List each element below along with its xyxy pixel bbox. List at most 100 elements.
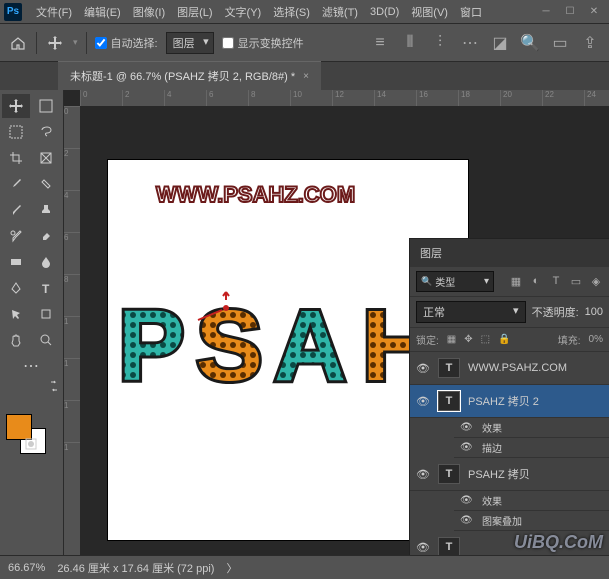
auto-select-label: 自动选择: xyxy=(111,35,158,51)
ruler-vertical: 024681111 xyxy=(64,106,80,555)
menu-image[interactable]: 图像(I) xyxy=(127,2,171,22)
share-icon[interactable]: ⇪ xyxy=(579,32,601,54)
layer-name: PSAHZ 拷贝 xyxy=(468,466,530,482)
visibility-icon[interactable]: 👁 xyxy=(416,468,430,481)
watermark: UiBQ.CoM xyxy=(514,532,603,553)
document-tab-title: 未标题-1 @ 66.7% (PSAHZ 拷贝 2, RGB/8#) * xyxy=(70,68,295,84)
align-icon-3[interactable]: ⫶ xyxy=(429,32,451,54)
filter-shape-icon[interactable]: ▭ xyxy=(569,275,583,288)
visibility-icon[interactable]: 👁 xyxy=(460,495,474,506)
quickmask-tool[interactable] xyxy=(2,432,60,456)
3d-icon[interactable]: ◪ xyxy=(489,32,511,54)
ruler-horizontal: 02468101214161820222426 xyxy=(80,90,609,106)
gradient-tool[interactable] xyxy=(2,250,30,274)
menu-edit[interactable]: 编辑(E) xyxy=(78,2,127,22)
layer-filter-select[interactable]: 类型▾ xyxy=(416,271,494,292)
pen-tool[interactable] xyxy=(2,276,30,300)
layers-panel-title: 图层 xyxy=(410,239,609,267)
visibility-icon[interactable]: 👁 xyxy=(460,442,474,453)
layer-thumb-text: T xyxy=(438,537,460,555)
layer-fx-item[interactable]: 👁图案叠加 xyxy=(454,511,609,531)
eraser-tool[interactable] xyxy=(32,224,60,248)
layer-name: WWW.PSAHZ.COM xyxy=(468,362,567,374)
swap-colors-icon[interactable] xyxy=(2,380,60,392)
close-window-button[interactable]: ✕ xyxy=(583,4,605,20)
menu-select[interactable]: 选择(S) xyxy=(267,2,316,22)
auto-select-checkbox[interactable]: 自动选择: xyxy=(95,35,158,51)
filter-pixel-icon[interactable]: ▦ xyxy=(509,275,523,288)
frame-tool[interactable] xyxy=(32,146,60,170)
toolbox: T ⋯ xyxy=(0,90,64,555)
status-bar: 66.67% 26.46 厘米 x 17.64 厘米 (72 ppi) 〉 xyxy=(0,555,609,579)
heal-tool[interactable] xyxy=(32,172,60,196)
align-icon-2[interactable]: ⫴ xyxy=(399,32,421,54)
divider xyxy=(86,32,87,54)
move-tool[interactable] xyxy=(2,94,30,118)
align-icon[interactable]: ≡ xyxy=(369,32,391,54)
visibility-icon[interactable]: 👁 xyxy=(460,422,474,433)
visibility-icon[interactable]: 👁 xyxy=(416,395,430,408)
artboard-tool[interactable] xyxy=(32,94,60,118)
layer-fx-heading[interactable]: 👁效果 xyxy=(454,418,609,438)
layer-fx-item[interactable]: 👁描边 xyxy=(454,438,609,458)
menu-3d[interactable]: 3D(D) xyxy=(364,4,405,20)
hand-tool[interactable] xyxy=(2,328,30,352)
close-tab-icon[interactable]: × xyxy=(303,71,309,82)
opacity-value[interactable]: 100 xyxy=(585,306,603,318)
filter-text-icon[interactable]: T xyxy=(549,275,563,288)
visibility-icon[interactable]: 👁 xyxy=(460,515,474,526)
home-icon[interactable] xyxy=(8,33,28,53)
menu-layer[interactable]: 图层(L) xyxy=(171,2,218,22)
lasso-tool[interactable] xyxy=(32,120,60,144)
fill-value[interactable]: 0% xyxy=(589,334,603,345)
visibility-icon[interactable]: 👁 xyxy=(416,362,430,375)
text-tool[interactable]: T xyxy=(32,276,60,300)
shape-tool[interactable] xyxy=(32,302,60,326)
show-transform-checkbox[interactable]: 显示变换控件 xyxy=(222,35,304,51)
visibility-icon[interactable]: 👁 xyxy=(416,541,430,554)
canvas-text-url[interactable]: WWW.PSAHZ.COM xyxy=(156,182,458,208)
crop-tool[interactable] xyxy=(2,146,30,170)
zoom-tool[interactable] xyxy=(32,328,60,352)
document-tab[interactable]: 未标题-1 @ 66.7% (PSAHZ 拷贝 2, RGB/8#) * × xyxy=(58,61,321,90)
workspace-icon[interactable]: ▭ xyxy=(549,32,571,54)
menu-filter[interactable]: 滤镜(T) xyxy=(316,2,364,22)
brush-tool[interactable] xyxy=(2,198,30,222)
layer-thumb-text: T xyxy=(438,358,460,378)
chevron-right-icon[interactable]: 〉 xyxy=(226,560,237,576)
zoom-level[interactable]: 66.67% xyxy=(8,562,45,574)
move-tool-indicator[interactable] xyxy=(45,33,65,53)
layer-item[interactable]: 👁 T WWW.PSAHZ.COM xyxy=(410,352,609,385)
path-select-tool[interactable] xyxy=(2,302,30,326)
svg-text:A: A xyxy=(274,290,346,402)
chevron-down-icon[interactable]: ▾ xyxy=(73,37,78,48)
layer-item[interactable]: 👁 T PSAHZ 拷贝 2 xyxy=(410,385,609,418)
marquee-tool[interactable] xyxy=(2,120,30,144)
menu-window[interactable]: 窗口 xyxy=(454,2,488,22)
lock-position-icon[interactable]: ✥ xyxy=(464,334,472,345)
more-icon[interactable]: ⋯ xyxy=(459,32,481,54)
opacity-label: 不透明度: xyxy=(532,304,579,320)
menu-view[interactable]: 视图(V) xyxy=(405,2,454,22)
layer-item[interactable]: 👁 T PSAHZ 拷贝 xyxy=(410,458,609,491)
history-brush-tool[interactable] xyxy=(2,224,30,248)
doc-dimensions[interactable]: 26.46 厘米 x 17.64 厘米 (72 ppi) xyxy=(57,560,214,576)
lock-pixel-icon[interactable]: ▦ xyxy=(447,334,456,345)
stamp-tool[interactable] xyxy=(32,198,60,222)
edit-toolbar[interactable]: ⋯ xyxy=(2,354,60,378)
lock-all-icon[interactable]: 🔒 xyxy=(498,334,510,345)
layer-fx-heading[interactable]: 👁效果 xyxy=(454,491,609,511)
maximize-button[interactable]: ☐ xyxy=(559,4,581,20)
eyedropper-tool[interactable] xyxy=(2,172,30,196)
blend-mode-select[interactable]: 正常▾ xyxy=(416,301,526,323)
filter-smart-icon[interactable]: ◈ xyxy=(589,275,603,288)
minimize-button[interactable]: ─ xyxy=(535,4,557,20)
blur-tool[interactable] xyxy=(32,250,60,274)
filter-adjust-icon[interactable]: ◐ xyxy=(529,275,543,288)
auto-select-target[interactable]: 图层 xyxy=(166,32,214,54)
divider xyxy=(36,32,37,54)
menu-text[interactable]: 文字(Y) xyxy=(219,2,268,22)
menu-file[interactable]: 文件(F) xyxy=(30,2,78,22)
lock-artboard-icon[interactable]: ⬚ xyxy=(481,334,490,345)
search-icon[interactable]: 🔍 xyxy=(519,32,541,54)
